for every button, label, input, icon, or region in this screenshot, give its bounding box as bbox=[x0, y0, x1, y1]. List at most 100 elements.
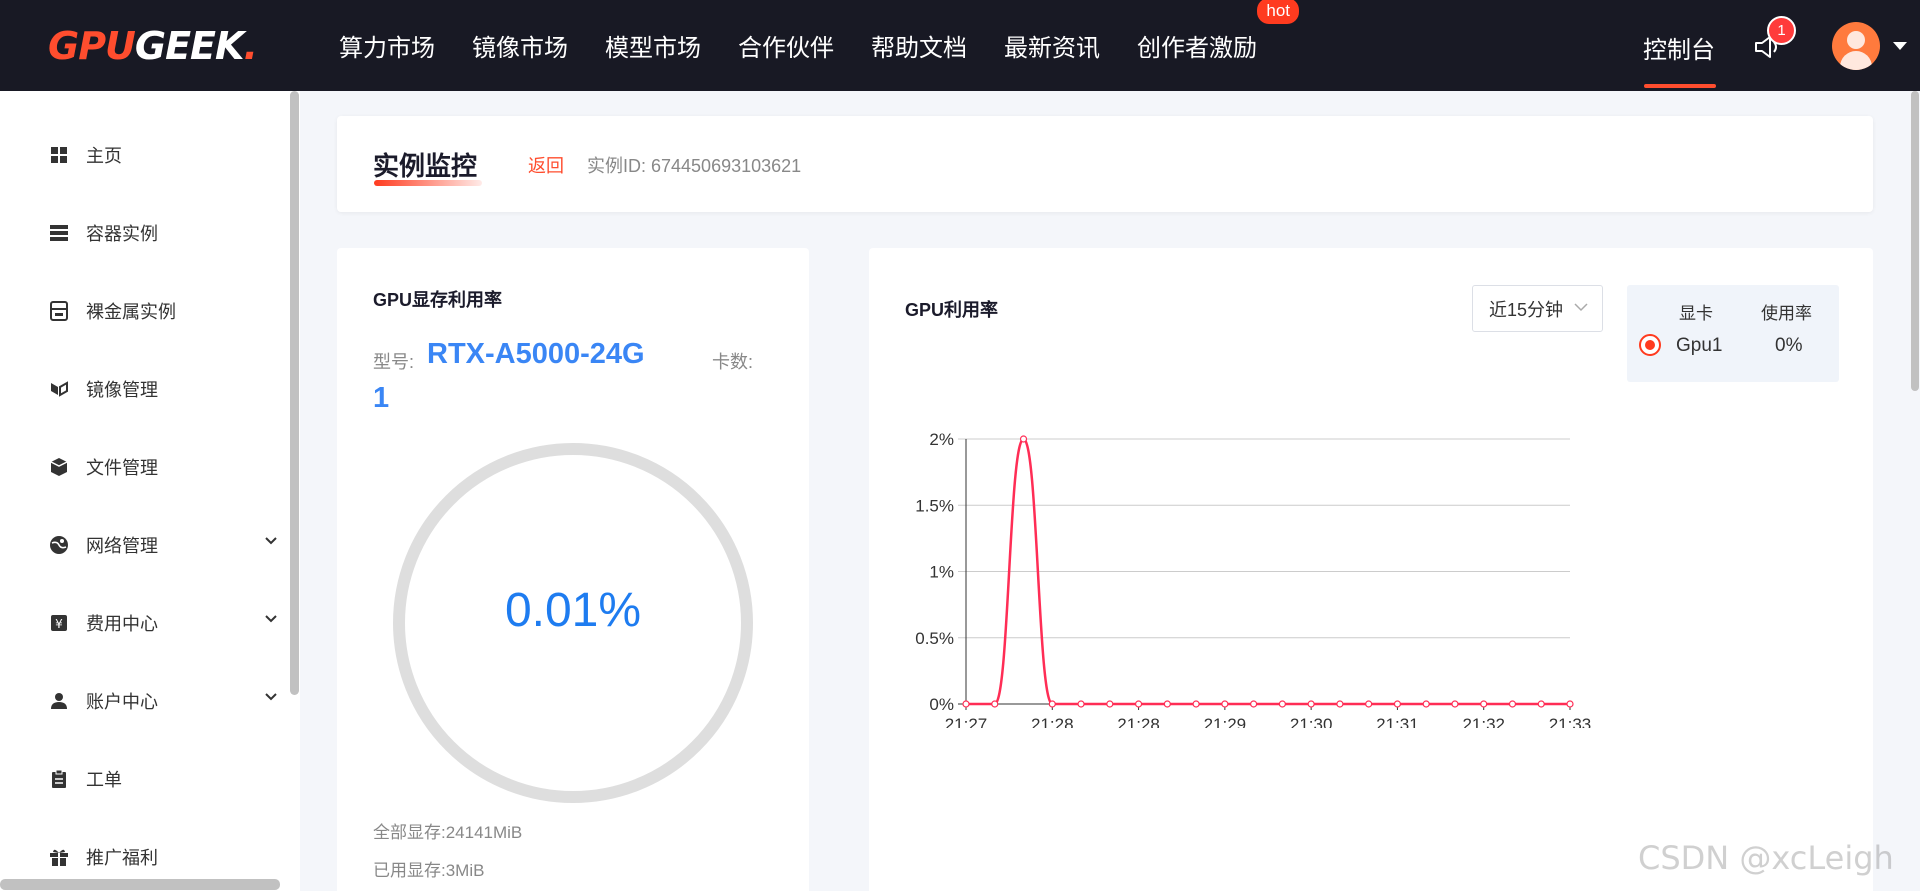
chevron-down-icon bbox=[265, 615, 277, 623]
main-scrollbar[interactable] bbox=[1911, 91, 1919, 391]
gpu-utilization-chart: 0% 0.5% 1% 1.5% 2% 21:27 21:28 21:28 21:29 21:30 2… bbox=[915, 430, 1592, 728]
brand-logo[interactable]: GPUGEEK. bbox=[48, 24, 258, 68]
sidebar-item-bare-metal[interactable]: 裸金属实例 bbox=[48, 291, 278, 331]
main-nav: 算力市场 镜像市场 模型市场 合作伙伴 帮助文档 最新资讯 创作者激励 hot bbox=[339, 0, 1299, 91]
model-label: 型号: bbox=[373, 352, 415, 372]
memory-used: 已用显存:3MiB bbox=[373, 861, 485, 880]
nav-compute-market[interactable]: 算力市场 bbox=[339, 28, 435, 63]
gpu-utilization-card: GPU利用率 近15分钟 显卡 使用率 Gpu1 0% 0% 0.5% 1% 1.5%… bbox=[869, 248, 1873, 891]
gpu-memory-card: GPU显存利用率 型号: RTX-A5000-24G 卡数: 1 0.01% 全… bbox=[337, 248, 809, 891]
data-point bbox=[1422, 700, 1430, 708]
network-icon bbox=[48, 534, 70, 556]
back-link[interactable]: 返回 bbox=[528, 152, 564, 178]
card-count-label: 卡数: bbox=[712, 352, 754, 372]
data-point bbox=[1192, 700, 1200, 708]
hot-badge: hot bbox=[1257, 0, 1299, 24]
data-point bbox=[1278, 700, 1286, 708]
sidebar-item-account[interactable]: 账户中心 bbox=[48, 681, 278, 721]
server-icon bbox=[48, 222, 70, 244]
nav-creator-incentive[interactable]: 创作者激励 hot bbox=[1137, 0, 1299, 63]
x-tick-label: 21:29 bbox=[1204, 715, 1247, 728]
chevron-down-icon bbox=[265, 537, 277, 545]
data-point bbox=[1048, 700, 1056, 708]
x-tick-label: 21:31 bbox=[1376, 715, 1419, 728]
data-point bbox=[1134, 700, 1143, 708]
card-count-value: 1 bbox=[373, 382, 390, 414]
gift-icon bbox=[48, 846, 70, 868]
sidebar-item-label: 费用中心 bbox=[86, 614, 158, 634]
sidebar-item-label: 镜像管理 bbox=[86, 380, 158, 400]
x-tick-label: 21:33 bbox=[1549, 715, 1592, 728]
notification-badge: 1 bbox=[1767, 16, 1796, 45]
sidebar-horizontal-scrollbar[interactable] bbox=[0, 879, 280, 890]
chevron-down-icon bbox=[265, 693, 277, 701]
svg-text:¥: ¥ bbox=[55, 617, 63, 631]
data-point bbox=[1537, 700, 1545, 708]
logo-dot: . bbox=[243, 24, 257, 68]
data-point bbox=[1307, 700, 1315, 708]
watermark: CSDN @xcLeigh bbox=[1638, 839, 1894, 877]
sidebar: 主页 容器实例 裸金属实例 镜像管理 文件管理 网络管理 ¥ 费用中心 账户中心… bbox=[0, 91, 300, 891]
y-tick-label: 0% bbox=[929, 695, 954, 714]
memory-total: 全部显存:24141MiB bbox=[373, 823, 523, 842]
data-point bbox=[1106, 700, 1114, 708]
data-point bbox=[1393, 700, 1402, 708]
nav-help-docs[interactable]: 帮助文档 bbox=[871, 28, 967, 63]
sidebar-item-label: 裸金属实例 bbox=[86, 302, 176, 322]
data-point bbox=[1163, 700, 1171, 708]
sidebar-item-file-management[interactable]: 文件管理 bbox=[48, 447, 278, 487]
y-tick-label: 0.5% bbox=[915, 629, 954, 648]
sidebar-item-network[interactable]: 网络管理 bbox=[48, 525, 278, 565]
sidebar-item-label: 推广福利 bbox=[86, 848, 158, 868]
data-point bbox=[1019, 435, 1028, 443]
data-point bbox=[1221, 700, 1229, 708]
data-point bbox=[1508, 700, 1517, 708]
data-point bbox=[1480, 700, 1488, 708]
caret-down-icon[interactable] bbox=[1893, 42, 1907, 50]
nav-console[interactable]: 控制台 bbox=[1643, 30, 1715, 65]
data-point bbox=[1077, 700, 1085, 708]
sidebar-item-label: 网络管理 bbox=[86, 536, 158, 556]
x-tick-label: 21:27 bbox=[945, 715, 988, 728]
box-icon bbox=[48, 456, 70, 478]
image-icon bbox=[48, 378, 70, 400]
grid-icon bbox=[48, 144, 70, 166]
data-point bbox=[1336, 700, 1344, 708]
nav-model-market[interactable]: 模型市场 bbox=[605, 28, 701, 63]
sidebar-item-label: 容器实例 bbox=[86, 224, 158, 244]
sidebar-item-container[interactable]: 容器实例 bbox=[48, 213, 278, 253]
data-point bbox=[991, 700, 999, 708]
active-nav-underline bbox=[1644, 84, 1716, 88]
data-point bbox=[1566, 700, 1574, 708]
sidebar-item-image-management[interactable]: 镜像管理 bbox=[48, 369, 278, 409]
page-header: 实例监控 返回 实例ID: 674450693103621 bbox=[337, 116, 1873, 212]
data-point bbox=[1451, 700, 1459, 708]
user-icon bbox=[48, 690, 70, 712]
x-tick-label: 21:32 bbox=[1462, 715, 1505, 728]
data-point bbox=[1365, 700, 1373, 708]
logo-gpu: GPU bbox=[48, 24, 136, 68]
x-tick-label: 21:28 bbox=[1117, 715, 1160, 728]
page-title: 实例监控 bbox=[373, 151, 478, 181]
memory-card-title: GPU显存利用率 bbox=[373, 290, 503, 310]
model-value: RTX-A5000-24G bbox=[427, 338, 645, 370]
machine-icon bbox=[48, 300, 70, 322]
instance-id: 实例ID: 674450693103621 bbox=[587, 156, 802, 176]
sidebar-item-tickets[interactable]: 工单 bbox=[48, 759, 278, 799]
sidebar-scrollbar[interactable] bbox=[290, 91, 299, 695]
y-tick-label: 1% bbox=[929, 563, 954, 582]
nav-partners[interactable]: 合作伙伴 bbox=[738, 28, 834, 63]
clipboard-icon bbox=[48, 768, 70, 790]
avatar[interactable] bbox=[1832, 22, 1880, 70]
sidebar-item-home[interactable]: 主页 bbox=[48, 135, 278, 175]
nav-latest-news[interactable]: 最新资讯 bbox=[1004, 28, 1100, 63]
sidebar-item-label: 文件管理 bbox=[86, 458, 158, 478]
sidebar-item-promotion[interactable]: 推广福利 bbox=[48, 837, 278, 877]
y-tick-label: 1.5% bbox=[915, 496, 954, 515]
avatar-head bbox=[1847, 31, 1865, 49]
avatar-body bbox=[1840, 51, 1872, 70]
nav-image-market[interactable]: 镜像市场 bbox=[472, 28, 568, 63]
sidebar-item-label: 工单 bbox=[86, 770, 122, 790]
sidebar-item-label: 主页 bbox=[86, 146, 122, 166]
sidebar-item-billing[interactable]: ¥ 费用中心 bbox=[48, 603, 278, 643]
